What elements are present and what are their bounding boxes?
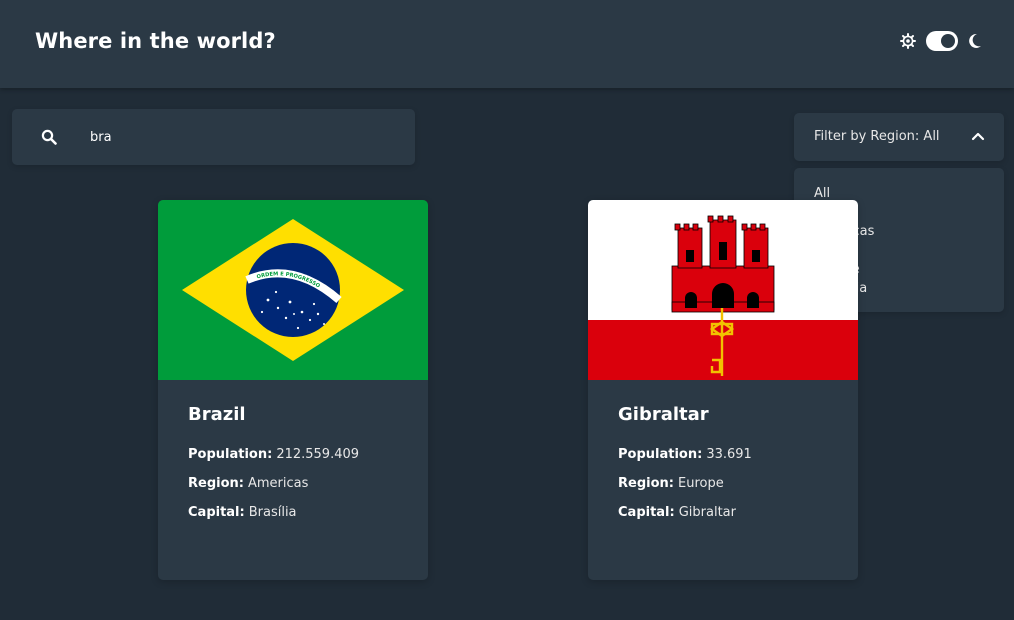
country-card-brazil[interactable]: ORDEM E PROGRESSO Brazil Population: 212.… (158, 200, 428, 580)
population-row: Population: 212.559.409 (188, 447, 408, 476)
region-filter-dropdown[interactable]: Filter by Region: All (794, 113, 1004, 161)
region-row: Region: Europe (618, 476, 838, 505)
filter-label: Filter by Region: All (814, 129, 940, 144)
gear-icon[interactable] (900, 33, 916, 49)
capital-label: Capital: (188, 505, 245, 520)
population-value: 33.691 (706, 447, 752, 462)
search-bar (12, 109, 415, 165)
brazil-flag: ORDEM E PROGRESSO (158, 200, 428, 380)
region-value: Europe (677, 476, 724, 491)
country-name: Brazil (188, 404, 246, 425)
gibraltar-flag (588, 200, 858, 380)
card-body: Brazil Population: 212.559.409 Region: Ame… (188, 404, 408, 534)
population-label: Population: (618, 447, 703, 462)
capital-value: Brasília (248, 505, 297, 520)
moon-icon[interactable] (968, 33, 982, 49)
country-card-gibraltar[interactable]: Gibraltar Population: 33.691 Region: Europ… (588, 200, 858, 580)
country-name: Gibraltar (618, 404, 709, 425)
population-value: 212.559.409 (276, 447, 360, 462)
chevron-up-icon (971, 132, 985, 141)
population-label: Population: (188, 447, 273, 462)
app-header: Where in the world? (0, 0, 1014, 88)
app-title: Where in the world? (35, 29, 276, 53)
region-row: Region: Americas (188, 476, 408, 505)
theme-toggle[interactable] (926, 31, 958, 51)
capital-row: Capital: Gibraltar (618, 505, 838, 534)
region-label: Region: (188, 476, 244, 491)
capital-value: Gibraltar (678, 505, 736, 520)
toggle-knob (941, 34, 955, 48)
capital-label: Capital: (618, 505, 675, 520)
capital-row: Capital: Brasília (188, 505, 408, 534)
population-row: Population: 33.691 (618, 447, 838, 476)
card-body: Gibraltar Population: 33.691 Region: Europ… (618, 404, 838, 534)
search-input[interactable] (90, 123, 390, 151)
search-icon (41, 129, 57, 145)
theme-controls (900, 31, 982, 51)
region-value: Americas (247, 476, 309, 491)
region-label: Region: (618, 476, 674, 491)
